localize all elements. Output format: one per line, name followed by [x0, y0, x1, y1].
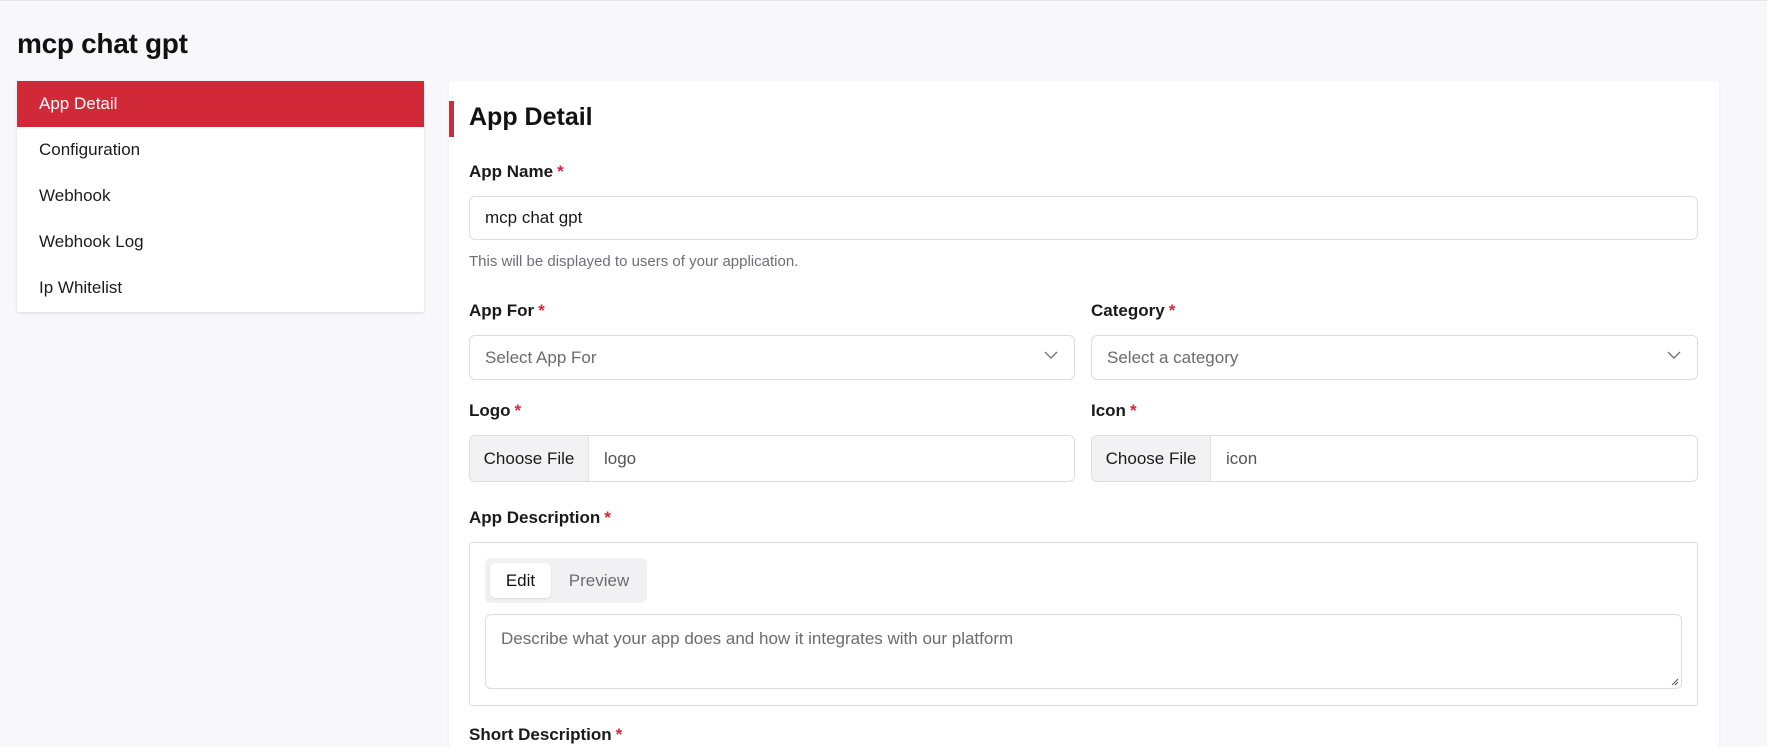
required-mark: *: [1168, 301, 1176, 320]
category-label-text: Category: [1091, 301, 1165, 320]
app-name-hint: This will be displayed to users of your …: [469, 253, 799, 270]
chevron-down-icon: [1044, 351, 1058, 359]
app-description-placeholder: Describe what your app does and how it i…: [501, 629, 1014, 648]
logo-choose-file-button[interactable]: Choose File: [470, 436, 589, 481]
chevron-down-icon: [1667, 351, 1681, 359]
required-mark: *: [538, 301, 545, 320]
required-mark: *: [615, 725, 623, 744]
editor-tabs: Edit Preview: [485, 558, 647, 603]
app-for-label-text: App For: [469, 301, 535, 320]
app-name-label: App Name *: [469, 162, 564, 182]
required-mark: *: [514, 401, 522, 420]
required-mark: *: [557, 162, 564, 181]
app-description-label-text: App Description: [469, 508, 601, 527]
tab-edit[interactable]: Edit: [490, 563, 551, 598]
app-description-textarea[interactable]: Describe what your app does and how it i…: [485, 614, 1682, 689]
top-divider: [0, 0, 1767, 1]
app-name-value: mcp chat gpt: [485, 208, 583, 227]
app-for-placeholder: Select App For: [485, 347, 597, 367]
logo-file-input[interactable]: Choose File logo: [469, 435, 1075, 482]
app-description-editor: Edit Preview Describe what your app does…: [469, 542, 1698, 706]
category-select[interactable]: Select a category: [1091, 335, 1698, 380]
sidebar-nav: App Detail Configuration Webhook Webhook…: [17, 81, 424, 312]
sidebar-item-webhook-log[interactable]: Webhook Log: [17, 219, 424, 265]
category-label: Category *: [1091, 301, 1175, 321]
sidebar-item-webhook[interactable]: Webhook: [17, 173, 424, 219]
app-detail-card: App Detail App Name * mcp chat gpt This w…: [449, 81, 1719, 747]
required-mark: *: [1129, 401, 1137, 420]
page-title: mcp chat gpt: [17, 28, 188, 59]
app-name-label-text: App Name: [469, 162, 554, 181]
app-for-label: App For *: [469, 301, 545, 321]
short-description-label-text: Short Description: [469, 725, 612, 744]
logo-label-text: Logo: [469, 401, 511, 420]
sidebar-item-app-detail[interactable]: App Detail: [17, 81, 424, 127]
category-placeholder: Select a category: [1107, 347, 1239, 367]
logo-label: Logo *: [469, 401, 521, 421]
app-for-select[interactable]: Select App For: [469, 335, 1075, 380]
resize-handle-icon[interactable]: [1669, 676, 1679, 686]
sidebar-item-configuration[interactable]: Configuration: [17, 127, 424, 173]
logo-file-name: logo: [604, 448, 637, 468]
icon-file-name: icon: [1226, 448, 1258, 468]
required-mark: *: [604, 508, 611, 527]
icon-file-input[interactable]: Choose File icon: [1091, 435, 1698, 482]
icon-label-text: Icon: [1091, 401, 1126, 420]
app-name-input[interactable]: mcp chat gpt: [469, 196, 1698, 240]
tab-preview[interactable]: Preview: [557, 563, 641, 598]
section-accent-bar: [449, 101, 454, 137]
icon-choose-file-button[interactable]: Choose File: [1092, 436, 1211, 481]
sidebar-item-ip-whitelist[interactable]: Ip Whitelist: [17, 265, 424, 312]
icon-label: Icon *: [1091, 401, 1137, 421]
app-description-label: App Description *: [469, 508, 611, 528]
short-description-label: Short Description *: [469, 725, 622, 745]
section-title: App Detail: [469, 103, 593, 131]
